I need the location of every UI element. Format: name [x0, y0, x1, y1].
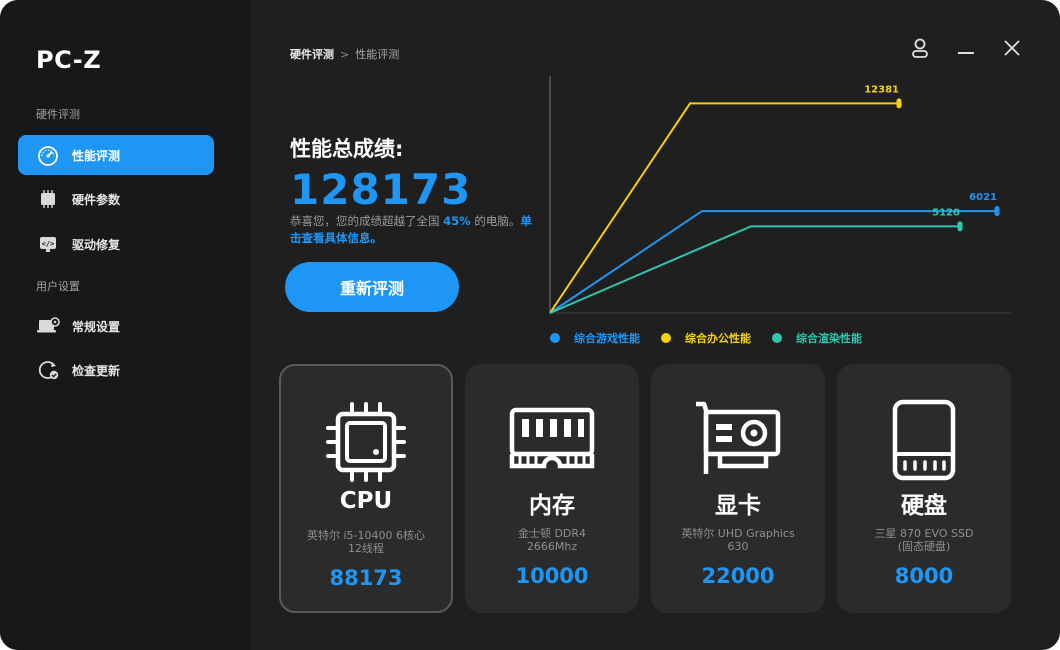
- desc-line1: 三星 870 EVO SSD: [874, 527, 974, 540]
- score-title: 性能总成绩:: [290, 137, 404, 161]
- card-title: CPU: [339, 488, 393, 514]
- refresh-check-icon: [36, 358, 60, 382]
- app-window: PC-Z 硬件评测 性能评测 硬件参数 </> 驱动修复 用户设置 常规设置 检…: [0, 0, 1060, 650]
- percent-highlight: 45%: [443, 214, 471, 228]
- sidebar-item-hardware-params[interactable]: 硬件参数: [18, 179, 214, 219]
- performance-chart: 6021 12381 5120: [549, 76, 1012, 314]
- legend-dot-gaming: [550, 333, 560, 343]
- sidebar-item-label: 驱动修复: [72, 237, 121, 252]
- card-description: 金士顿 DDR4 2666Mhz: [479, 527, 625, 553]
- desc-prefix: 恭喜您，您的成绩超越了全国: [290, 214, 444, 228]
- cpu-icon: [281, 400, 451, 484]
- breadcrumb-level2: 性能评测: [355, 48, 400, 61]
- desc-line1: 英特尔 i5-10400 6核心: [306, 529, 425, 542]
- series-line-office: [549, 102, 899, 314]
- sidebar-section-user: 用户设置: [36, 280, 80, 293]
- desc-line2: 630: [727, 540, 749, 553]
- laptop-settings-icon: [36, 314, 60, 338]
- close-icon[interactable]: [1000, 36, 1024, 60]
- legend-dot-render: [772, 333, 782, 343]
- desc-line2: 12线程: [348, 542, 384, 555]
- breadcrumb-separator: >: [340, 48, 350, 61]
- gpu-icon: [651, 398, 825, 482]
- driver-icon: </>: [36, 232, 60, 256]
- card-gpu[interactable]: 显卡 英特尔 UHD Graphics 630 22000: [651, 364, 825, 613]
- desc-line1: 金士顿 DDR4: [517, 527, 587, 540]
- sidebar-item-label: 常规设置: [72, 319, 121, 334]
- minimize-icon[interactable]: [954, 36, 978, 60]
- sidebar-item-label: 检查更新: [72, 363, 121, 378]
- sidebar-section-hardware: 硬件评测: [36, 108, 80, 121]
- card-disk[interactable]: 硬盘 三星 870 EVO SSD (固态硬盘) 8000: [837, 364, 1011, 613]
- card-memory[interactable]: 内存 金士顿 DDR4 2666Mhz 10000: [465, 364, 639, 613]
- legend-label-gaming: 综合游戏性能: [574, 332, 640, 345]
- legend-item-gaming: 综合游戏性能: [550, 330, 640, 346]
- legend-dot-office: [661, 333, 671, 343]
- card-score: 88173: [329, 566, 403, 590]
- card-title: 显卡: [715, 493, 761, 519]
- retest-button[interactable]: 重新评测: [285, 262, 459, 312]
- data-label-gaming: 6021: [969, 192, 997, 203]
- user-icon[interactable]: [908, 36, 932, 60]
- card-title: 硬盘: [901, 493, 947, 519]
- sidebar-item-label: 性能评测: [72, 148, 121, 163]
- card-description: 三星 870 EVO SSD (固态硬盘): [851, 527, 997, 553]
- legend-label-office: 综合办公性能: [685, 332, 751, 345]
- sidebar-item-general-settings[interactable]: 常规设置: [18, 306, 214, 346]
- desc-middle: 的电脑。: [470, 214, 521, 228]
- speedometer-icon: [36, 143, 60, 167]
- sidebar-item-check-update[interactable]: 检查更新: [18, 350, 214, 390]
- data-label-office: 12381: [864, 84, 899, 95]
- breadcrumb: 硬件评测 > 性能评测: [290, 46, 399, 62]
- sidebar-item-label: 硬件参数: [72, 192, 121, 207]
- data-label-render: 5120: [932, 207, 960, 218]
- series-end-marker-office: [896, 98, 902, 109]
- score-description: 恭喜您，您的成绩超越了全国 45% 的电脑。单击查看具体信息。: [290, 213, 540, 247]
- desc-line2: (固态硬盘): [897, 540, 951, 553]
- app-title: PC-Z: [36, 46, 102, 74]
- card-score: 22000: [701, 564, 775, 588]
- chip-icon: [36, 187, 60, 211]
- sidebar: PC-Z 硬件评测 性能评测 硬件参数 </> 驱动修复 用户设置 常规设置 检…: [0, 0, 250, 650]
- ssd-icon: [837, 398, 1011, 482]
- desc-line2: 2666Mhz: [526, 540, 578, 553]
- sidebar-item-driver-repair[interactable]: </> 驱动修复: [18, 224, 214, 264]
- card-description: 英特尔 i5-10400 6核心 12线程: [295, 529, 437, 555]
- series-end-marker-render: [957, 221, 963, 232]
- card-cpu[interactable]: CPU 英特尔 i5-10400 6核心 12线程 88173: [279, 364, 453, 613]
- card-description: 英特尔 UHD Graphics 630: [665, 527, 811, 553]
- card-score: 10000: [515, 564, 589, 588]
- legend-item-render: 综合渲染性能: [772, 330, 862, 346]
- card-title: 内存: [529, 493, 575, 519]
- series-end-marker-gaming: [994, 206, 1000, 217]
- total-score: 128173: [290, 165, 472, 214]
- breadcrumb-level1[interactable]: 硬件评测: [290, 48, 334, 61]
- svg-text:</>: </>: [42, 240, 55, 248]
- sidebar-item-performance[interactable]: 性能评测: [18, 135, 214, 175]
- memory-icon: [465, 398, 639, 482]
- legend-item-office: 综合办公性能: [661, 330, 751, 346]
- desc-line1: 英特尔 UHD Graphics: [681, 527, 795, 540]
- card-score: 8000: [894, 564, 954, 588]
- legend-label-render: 综合渲染性能: [796, 332, 862, 345]
- series-line-render: [549, 225, 960, 314]
